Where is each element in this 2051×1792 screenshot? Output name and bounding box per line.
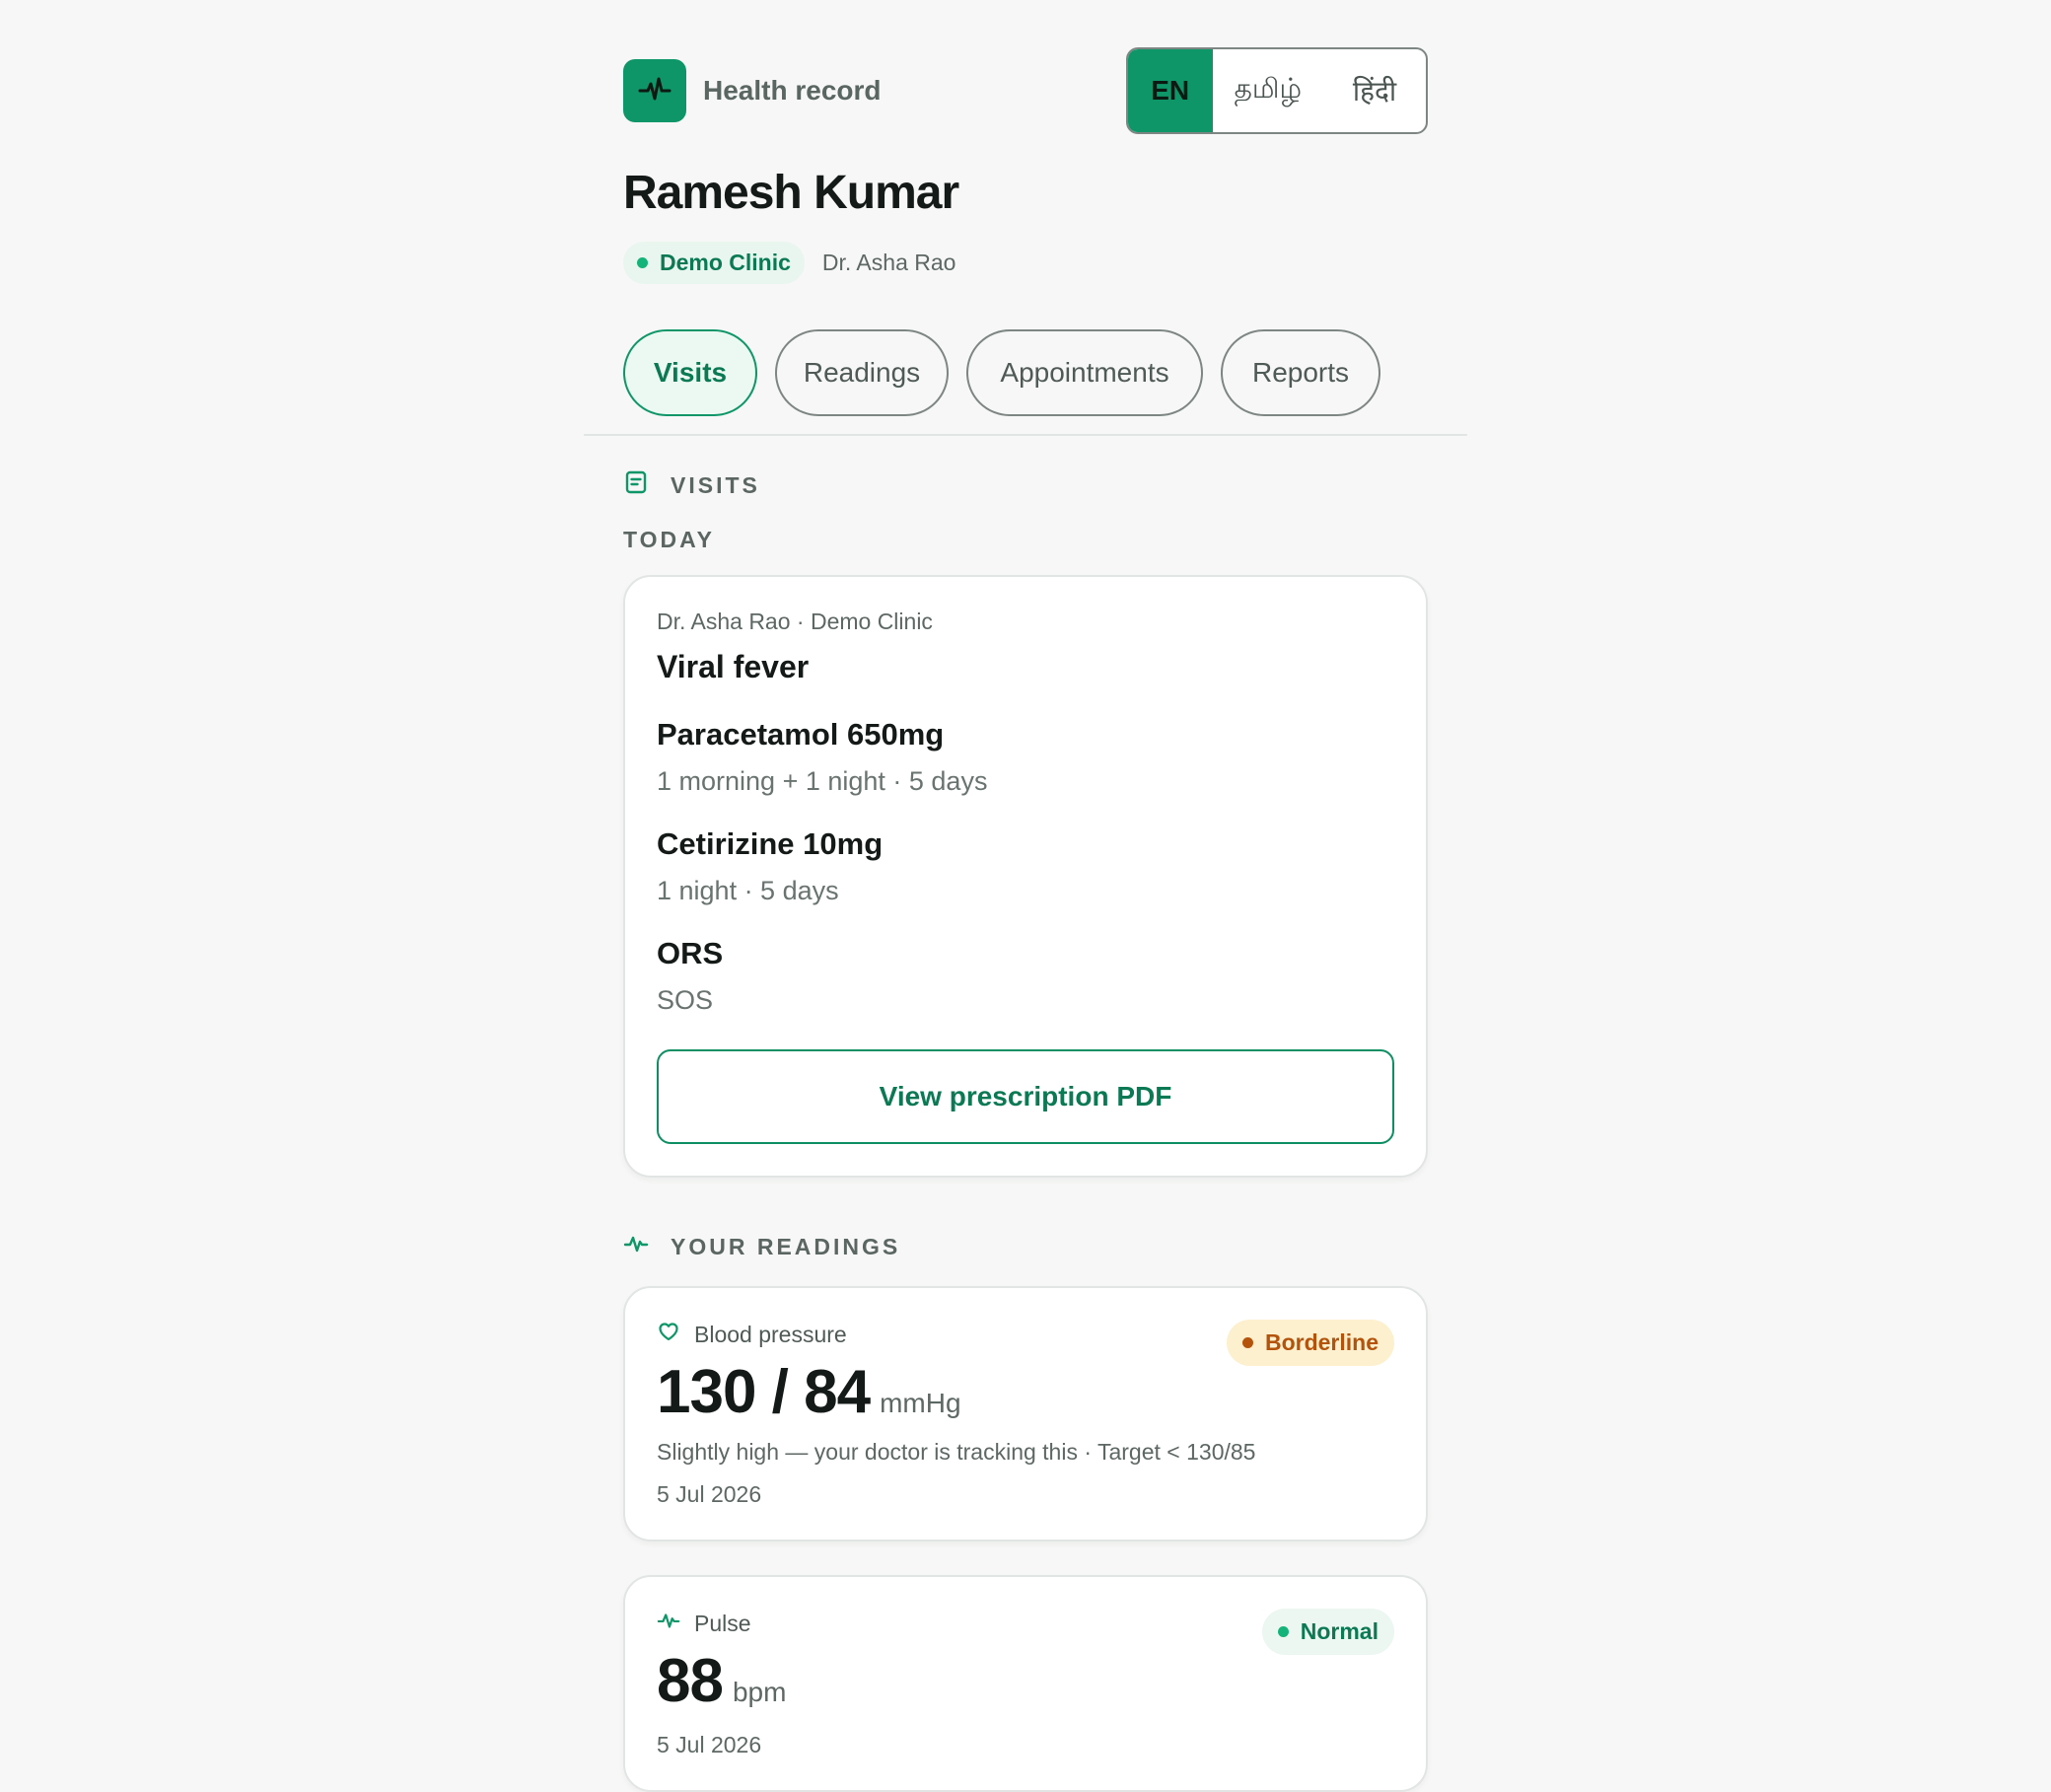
reading-label: Pulse [694,1610,751,1636]
top-bar: Health record EN தமிழ் हिंदी [623,0,1428,134]
reading-unit: bpm [732,1677,787,1707]
view-prescription-pdf-button[interactable]: View prescription PDF [657,1049,1394,1144]
status-badge-label: Normal [1300,1618,1379,1644]
visits-section: VISITS TODAY Dr. Asha Rao · Demo Clinic … [623,469,1428,1178]
status-badge: Normal [1261,1609,1394,1655]
tab-appointments[interactable]: Appointments [966,329,1203,416]
tab-reports[interactable]: Reports [1221,329,1380,416]
tabs-divider [584,434,1467,436]
status-dot-icon [637,257,648,268]
doctor-name: Dr. Asha Rao [821,250,956,275]
health-logo-icon [623,59,686,122]
status-dot-icon [1241,1337,1253,1348]
language-tamil-button[interactable]: தமிழ் [1213,49,1323,132]
readings-section: YOUR READINGS Blood pressure 130 / 84 mm… [623,1231,1428,1792]
medicine-dose: SOS [657,985,714,1015]
reading-card-pulse[interactable]: Pulse 88 bpm 5 Jul 2026 Normal [623,1575,1428,1792]
reading-date: 5 Jul 2026 [657,1481,762,1507]
reading-value: 88 [657,1647,724,1715]
reading-value: 130 / 84 [657,1358,871,1426]
reading-unit: mmHg [880,1388,961,1418]
medicine-name: Cetirizine 10mg [657,826,884,861]
visit-meta: Dr. Asha Rao · Demo Clinic [657,609,933,634]
language-hindi-button[interactable]: हिंदी [1323,49,1426,132]
tab-readings[interactable]: Readings [775,329,949,416]
status-badge: Borderline [1226,1320,1394,1366]
reading-note: Slightly high — your doctor is tracking … [657,1439,1256,1465]
medicine-item: Paracetamol 650mg 1 morning + 1 night · … [657,717,1394,797]
heart-shield-icon [657,1320,680,1349]
readings-heading: YOUR READINGS [623,1231,1428,1262]
readings-heading-label: YOUR READINGS [671,1233,901,1259]
status-dot-icon [1277,1626,1289,1637]
language-switcher: EN தமிழ் हिंदी [1125,47,1428,134]
tab-visits[interactable]: Visits [623,329,757,416]
pulse-icon [657,1609,680,1638]
brand: Health record [623,59,882,122]
medicine-name: Paracetamol 650mg [657,717,945,752]
reading-label: Blood pressure [694,1321,847,1347]
language-en-button[interactable]: EN [1127,49,1213,132]
app-container: Health record EN தமிழ் हिंदी Ramesh Kuma… [584,0,1467,1792]
pulse-icon [623,1231,649,1262]
visit-card: Dr. Asha Rao · Demo Clinic Viral fever P… [623,575,1428,1178]
section-tabs: Visits Readings Appointments Reports [584,329,1467,434]
status-badge-label: Borderline [1264,1329,1379,1355]
clinic-name: Demo Clinic [660,250,791,275]
medicine-name: ORS [657,936,724,970]
medicine-dose: 1 morning + 1 night · 5 days [657,766,988,796]
medicine-item: ORS SOS [657,936,1394,1016]
visits-heading: VISITS [623,469,1428,501]
patient-meta: Demo Clinic Dr. Asha Rao [623,242,1428,284]
visits-group-label: TODAY [623,527,715,552]
reading-value-row: 88 bpm [657,1646,1394,1716]
medicine-item: Cetirizine 10mg 1 night · 5 days [657,826,1394,906]
reading-value-row: 130 / 84 mmHg [657,1357,1394,1427]
visit-diagnosis: Viral fever [657,649,810,684]
patient-name: Ramesh Kumar [623,167,959,219]
visits-heading-label: VISITS [671,471,760,498]
clipboard-icon [623,469,649,501]
app-title: Health record [703,75,882,106]
reading-card-blood-pressure[interactable]: Blood pressure 130 / 84 mmHg Slightly hi… [623,1286,1428,1541]
medicine-dose: 1 night · 5 days [657,876,839,905]
reading-date: 5 Jul 2026 [657,1732,762,1757]
clinic-badge: Demo Clinic [623,242,805,284]
